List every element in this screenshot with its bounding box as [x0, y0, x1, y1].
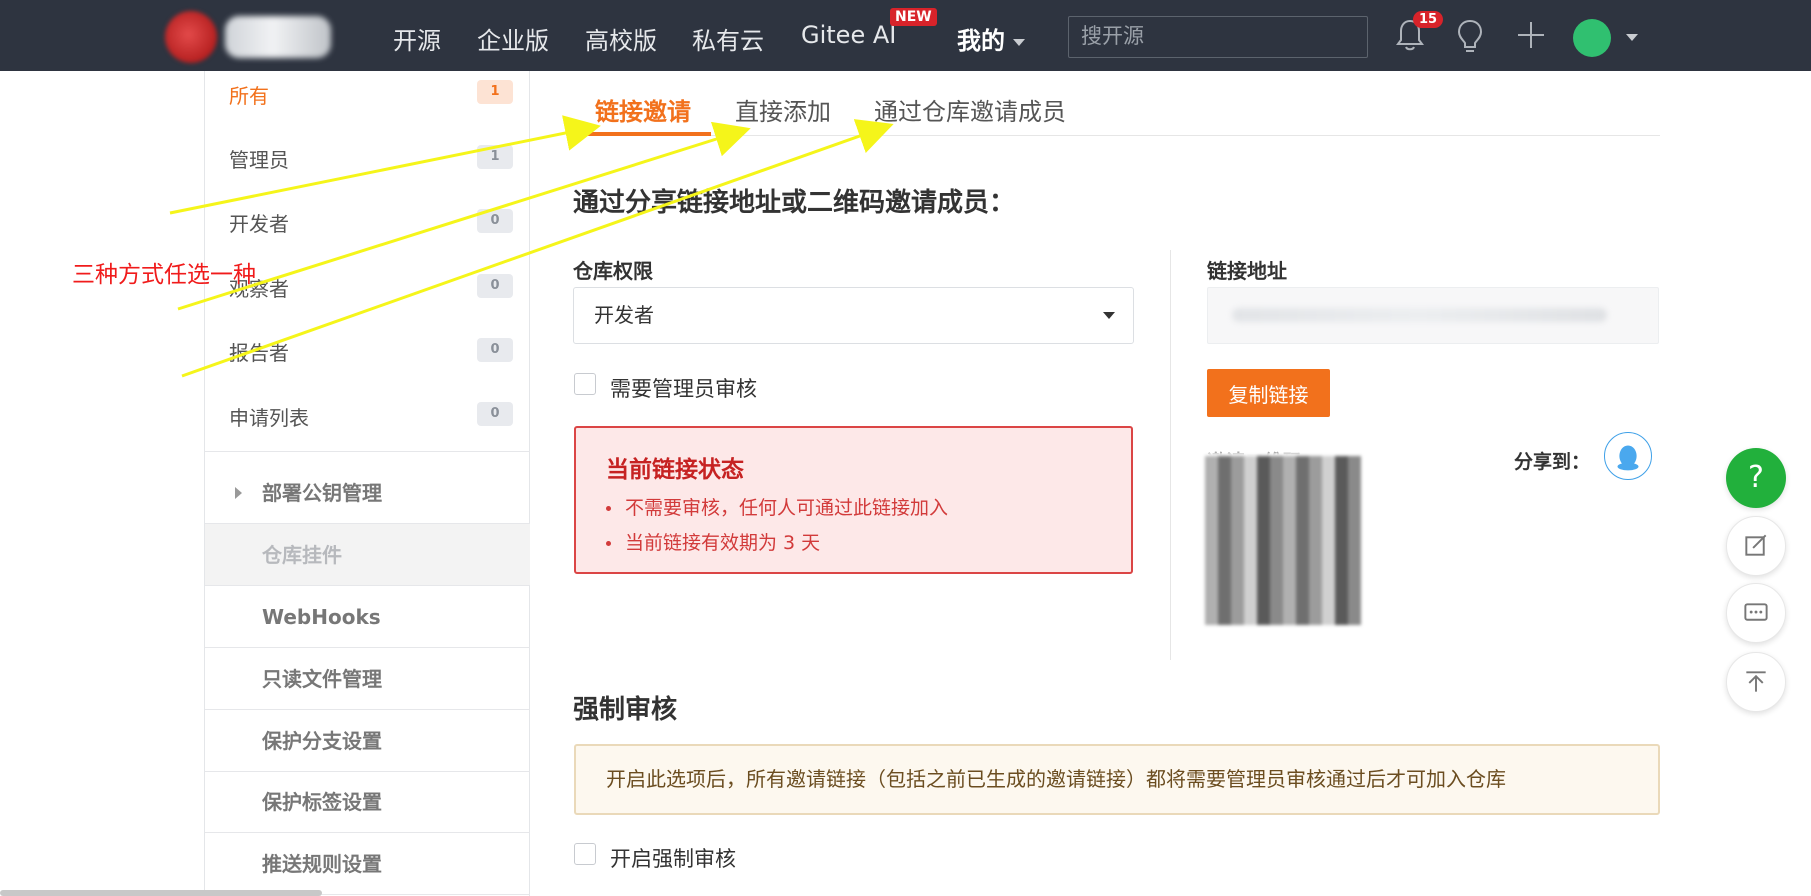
- sidebar: 所有 1 管理员 1 开发者 0 观察者 0 报告者 0 申请列表 0 部署公钥…: [204, 71, 530, 896]
- sidebar-item-requests[interactable]: 申请列表: [229, 402, 309, 431]
- plus-icon[interactable]: [1516, 20, 1546, 50]
- nav-link-enterprise[interactable]: 企业版: [477, 21, 549, 56]
- brand-name-blurred[interactable]: [225, 16, 331, 58]
- link-status-box: 当前链接状态 不需要审核，任何人可通过此链接加入 当前链接有效期为 3 天: [574, 426, 1133, 574]
- status-item: 不需要审核，任何人可通过此链接加入: [606, 493, 948, 520]
- tab-repo-invite[interactable]: 通过仓库邀请成员: [874, 92, 1066, 139]
- nav-mine-dropdown[interactable]: 我的: [957, 21, 1025, 56]
- horizontal-scrollbar[interactable]: [0, 890, 322, 896]
- annotation-text: 三种方式任选一种: [72, 262, 256, 288]
- force-review-title: 强制审核: [573, 695, 678, 725]
- sidebar-item-all[interactable]: 所有: [229, 80, 269, 109]
- permission-select[interactable]: 开发者: [573, 287, 1134, 344]
- qq-penguin-icon: [1617, 445, 1639, 471]
- nav-mine-label: 我的: [957, 27, 1005, 55]
- chat-button[interactable]: [1726, 583, 1786, 643]
- nav-link-gitee-ai[interactable]: Gitee AI: [801, 21, 896, 49]
- sidebar-link-protected-branches[interactable]: 保护分支设置: [205, 710, 530, 772]
- sidebar-divider: [205, 451, 530, 452]
- count-badge-all: 1: [477, 80, 513, 104]
- caret-right-icon: [235, 487, 242, 499]
- permission-select-value: 开发者: [594, 303, 654, 327]
- sidebar-item-reporter[interactable]: 报告者: [229, 337, 289, 366]
- chevron-down-icon: [1013, 38, 1025, 46]
- sidebar-link-label: 部署公钥管理: [262, 481, 382, 505]
- arrow-up-icon: [1746, 671, 1766, 692]
- permission-label: 仓库权限: [573, 259, 653, 283]
- sidebar-item-developer[interactable]: 开发者: [229, 208, 289, 237]
- sidebar-item-admin[interactable]: 管理员: [229, 144, 289, 173]
- back-to-top-button[interactable]: [1726, 652, 1786, 712]
- sidebar-link-readonly-files[interactable]: 只读文件管理: [205, 648, 530, 710]
- sidebar-link-push-rules[interactable]: 推送规则设置: [205, 833, 530, 895]
- copy-link-button[interactable]: 复制链接: [1207, 369, 1330, 417]
- lightbulb-icon[interactable]: [1456, 18, 1484, 54]
- feedback-button[interactable]: [1726, 516, 1786, 576]
- active-tab-indicator: [573, 132, 711, 136]
- chevron-down-icon: [1103, 312, 1115, 319]
- edit-icon: [1745, 534, 1767, 556]
- count-badge-developer: 0: [477, 209, 513, 233]
- link-address-label: 链接地址: [1207, 259, 1287, 283]
- status-title: 当前链接状态: [606, 457, 744, 483]
- status-item: 当前链接有效期为 3 天: [606, 528, 820, 555]
- nav-link-opensource[interactable]: 开源: [393, 21, 441, 56]
- sidebar-link-webhooks[interactable]: WebHooks: [205, 586, 530, 648]
- top-navbar: 开源 企业版 高校版 私有云 Gitee AI NEW 我的 15: [0, 0, 1811, 71]
- sidebar-link-deploy-keys[interactable]: 部署公钥管理: [205, 462, 530, 524]
- force-review-notice: 开启此选项后，所有邀请链接（包括之前已生成的邀请链接）都将需要管理员审核通过后才…: [574, 744, 1660, 815]
- count-badge-observer: 0: [477, 274, 513, 298]
- page-title: 通过分享链接地址或二维码邀请成员：: [573, 188, 1016, 218]
- review-checkbox-label[interactable]: 需要管理员审核: [610, 373, 757, 403]
- sidebar-link-widgets[interactable]: 仓库挂件: [205, 524, 530, 586]
- help-button[interactable]: ?: [1726, 448, 1786, 508]
- review-checkbox[interactable]: [574, 373, 596, 395]
- status-item-text: 当前链接有效期为 3 天: [625, 532, 821, 554]
- qr-code-image: [1201, 452, 1366, 630]
- count-badge-reporter: 0: [477, 338, 513, 362]
- share-to-label: 分享到：: [1514, 451, 1591, 473]
- search-input[interactable]: [1068, 16, 1368, 58]
- qq-share-icon[interactable]: [1604, 432, 1652, 480]
- nav-link-university[interactable]: 高校版: [585, 21, 657, 56]
- new-badge: NEW: [890, 8, 937, 26]
- sidebar-link-protected-tags[interactable]: 保护标签设置: [205, 771, 530, 833]
- invite-tabs: 链接邀请 直接添加 通过仓库邀请成员: [573, 84, 1660, 136]
- force-review-checkbox[interactable]: [574, 843, 596, 865]
- count-badge-admin: 1: [477, 145, 513, 169]
- bullet-dot: [606, 541, 611, 546]
- column-divider: [1170, 250, 1171, 660]
- tab-direct-add[interactable]: 直接添加: [735, 92, 831, 139]
- logo-icon[interactable]: [165, 11, 217, 63]
- status-item-text: 不需要审核，任何人可通过此链接加入: [625, 497, 949, 519]
- link-address-field[interactable]: [1207, 287, 1659, 344]
- notification-badge: 15: [1413, 11, 1444, 28]
- avatar-chevron-down-icon[interactable]: [1626, 34, 1638, 41]
- nav-link-private-cloud[interactable]: 私有云: [692, 21, 764, 56]
- count-badge-requests: 0: [477, 402, 513, 426]
- link-address-blurred: [1232, 308, 1607, 322]
- chat-icon: [1744, 603, 1768, 621]
- avatar[interactable]: [1573, 19, 1611, 57]
- force-review-checkbox-label[interactable]: 开启强制审核: [610, 843, 736, 873]
- bullet-dot: [606, 506, 611, 511]
